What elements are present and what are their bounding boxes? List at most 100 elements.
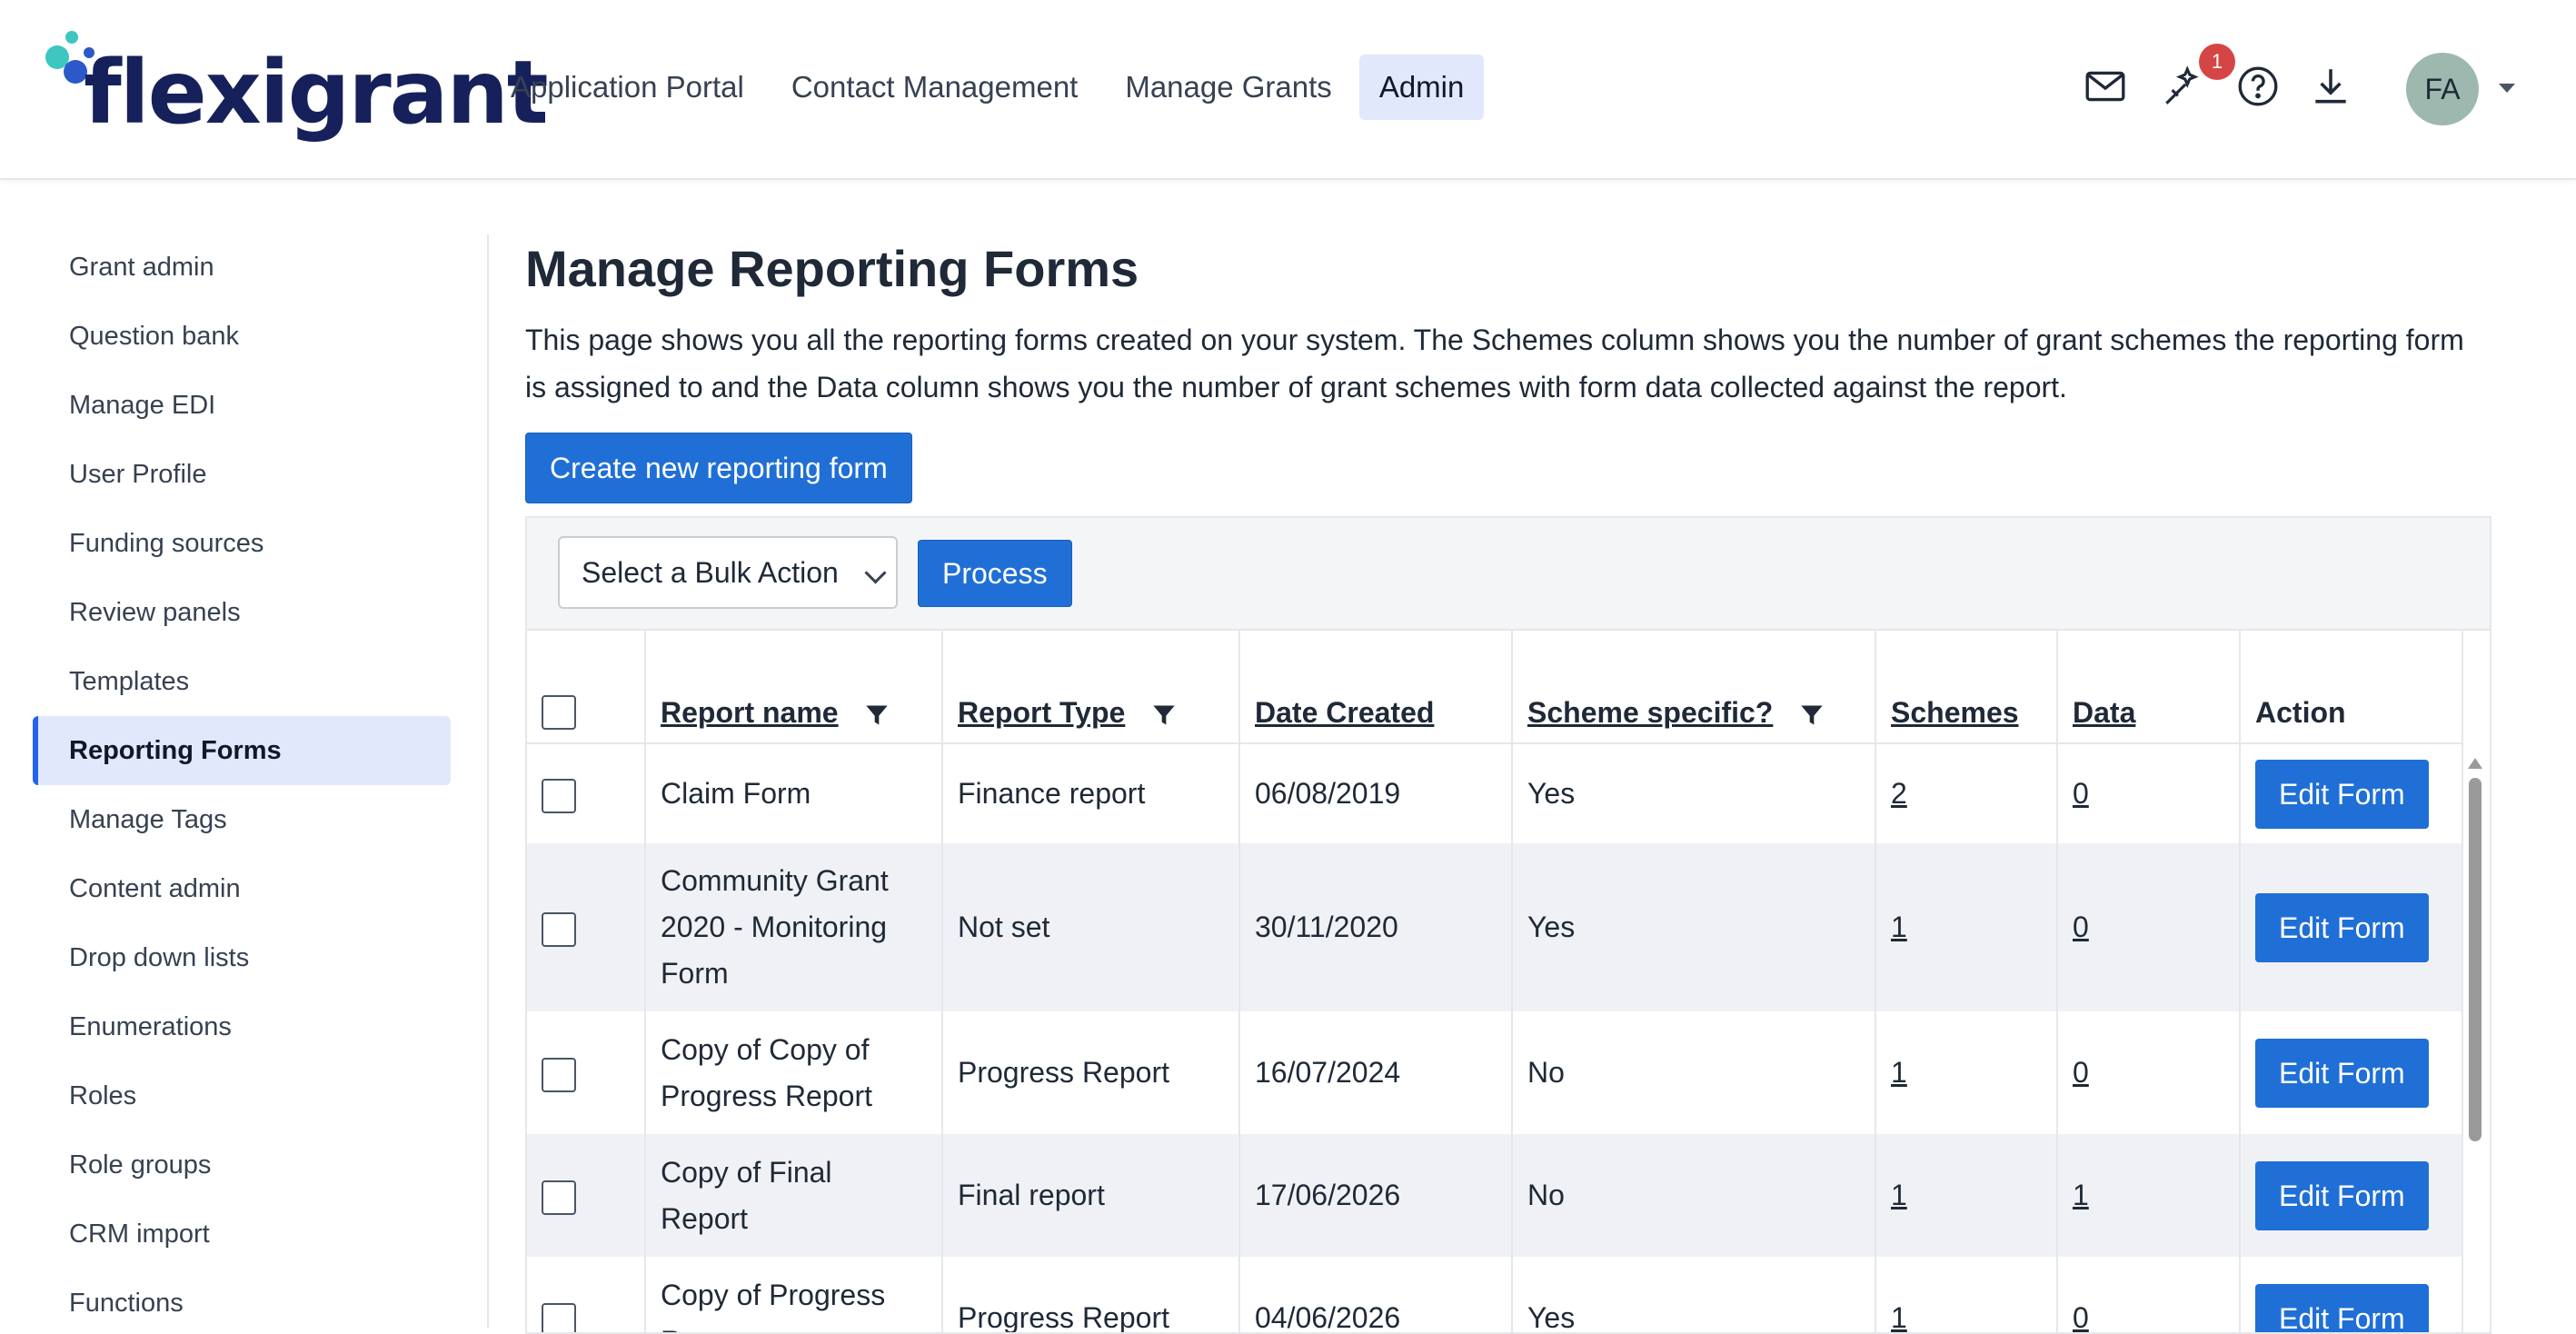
- edit-form-button[interactable]: Edit Form: [2255, 760, 2429, 829]
- sidebar-item-role-groups[interactable]: Role groups: [33, 1130, 451, 1200]
- report-type-cell: Finance report: [942, 743, 1239, 843]
- sort-data[interactable]: Data: [2073, 696, 2135, 729]
- action-header-label: Action: [2255, 696, 2346, 729]
- row-select-cell: [527, 1011, 645, 1134]
- sort-scheme-specific[interactable]: Scheme specific?: [1527, 696, 1773, 729]
- row-select-cell: [527, 843, 645, 1011]
- scheme-specific-cell: Yes: [1512, 843, 1875, 1011]
- magic-wand-icon[interactable]: [2159, 64, 2204, 109]
- sort-schemes[interactable]: Schemes: [1891, 696, 2019, 729]
- data-count-link[interactable]: 0: [2073, 777, 2089, 810]
- filter-icon[interactable]: [1799, 702, 1825, 728]
- report-type-cell: Progress Report: [942, 1011, 1239, 1134]
- help-circle-icon[interactable]: [2235, 64, 2281, 109]
- data-count-link[interactable]: 0: [2073, 1301, 2089, 1334]
- edit-form-button[interactable]: Edit Form: [2255, 1284, 2429, 1334]
- sidebar-item-grant-admin[interactable]: Grant admin: [33, 233, 451, 302]
- column-header-schemes: Schemes: [1875, 631, 2057, 743]
- sidebar-item-enumerations[interactable]: Enumerations: [33, 992, 451, 1061]
- report-name-cell: Copy of Progress Report: [645, 1257, 942, 1334]
- report-name-cell: Copy of Copy of Progress Report: [645, 1011, 942, 1134]
- data-cell: 0: [2057, 743, 2240, 843]
- create-reporting-form-button[interactable]: Create new reporting form: [525, 433, 912, 503]
- scheme-specific-cell: Yes: [1512, 1257, 1875, 1334]
- sort-date-created[interactable]: Date Created: [1255, 696, 1434, 729]
- main-content: Manage Reporting Forms This page shows y…: [525, 233, 2491, 411]
- flexigrant-logo[interactable]: flexigrant: [44, 29, 443, 147]
- table-scrollbar[interactable]: [2465, 758, 2483, 1334]
- data-count-link[interactable]: 0: [2073, 1056, 2089, 1089]
- sidebar-item-question-bank[interactable]: Question bank: [33, 302, 451, 371]
- report-type-cell: Not set: [942, 843, 1239, 1011]
- sidebar-item-functions[interactable]: Functions: [33, 1269, 451, 1329]
- schemes-cell: 1: [1875, 1257, 2057, 1334]
- sidebar-item-content-admin[interactable]: Content admin: [33, 854, 451, 923]
- action-cell: Edit Form: [2240, 743, 2462, 843]
- scheme-specific-cell: Yes: [1512, 743, 1875, 843]
- row-checkbox[interactable]: [542, 912, 576, 947]
- data-count-link[interactable]: 0: [2073, 911, 2089, 943]
- report-type-cell: Final report: [942, 1134, 1239, 1257]
- schemes-cell: 2: [1875, 743, 2057, 843]
- sidebar-item-review-panels[interactable]: Review panels: [33, 578, 451, 647]
- top-header: flexigrant Application Portal Contact Ma…: [0, 0, 2576, 180]
- chevron-down-icon[interactable]: [2499, 84, 2515, 93]
- sort-report-type[interactable]: Report Type: [958, 696, 1125, 729]
- edit-form-button[interactable]: Edit Form: [2255, 1161, 2429, 1230]
- row-checkbox[interactable]: [542, 1303, 576, 1334]
- schemes-count-link[interactable]: 1: [1891, 1179, 1907, 1211]
- admin-sidebar: Grant admin Question bank Manage EDI Use…: [33, 233, 451, 1329]
- bulk-action-selected-value: Select a Bulk Action: [582, 556, 839, 589]
- column-header-date-created: Date Created: [1239, 631, 1512, 743]
- schemes-count-link[interactable]: 1: [1891, 1056, 1907, 1089]
- schemes-count-link[interactable]: 1: [1891, 1301, 1907, 1334]
- sidebar-item-crm-import[interactable]: CRM import: [33, 1200, 451, 1269]
- table-row: Community Grant 2020 - Monitoring Form N…: [527, 843, 2462, 1011]
- edit-form-button[interactable]: Edit Form: [2255, 1039, 2429, 1108]
- select-all-checkbox[interactable]: [542, 695, 576, 730]
- data-count-link[interactable]: 1: [2073, 1179, 2089, 1211]
- sort-report-name[interactable]: Report name: [661, 696, 839, 729]
- schemes-cell: 1: [1875, 1011, 2057, 1134]
- mail-icon[interactable]: [2083, 64, 2128, 109]
- download-icon[interactable]: [2308, 64, 2353, 109]
- nav-admin[interactable]: Admin: [1359, 55, 1485, 120]
- user-avatar[interactable]: FA: [2406, 53, 2479, 125]
- row-checkbox[interactable]: [542, 1180, 576, 1215]
- page-description: This page shows you all the reporting fo…: [525, 316, 2488, 411]
- date-created-cell: 06/08/2019: [1239, 743, 1512, 843]
- row-checkbox[interactable]: [542, 1058, 576, 1092]
- schemes-count-link[interactable]: 2: [1891, 777, 1907, 810]
- nav-manage-grants[interactable]: Manage Grants: [1105, 55, 1351, 120]
- edit-form-button[interactable]: Edit Form: [2255, 893, 2429, 962]
- schemes-count-link[interactable]: 1: [1891, 911, 1907, 943]
- date-created-cell: 30/11/2020: [1239, 843, 1512, 1011]
- process-button[interactable]: Process: [918, 540, 1072, 607]
- column-header-data: Data: [2057, 631, 2240, 743]
- chevron-down-icon: [864, 562, 886, 583]
- table-row: Copy of Progress Report Progress Report …: [527, 1257, 2462, 1334]
- sidebar-item-manage-edi[interactable]: Manage EDI: [33, 371, 451, 440]
- sidebar-item-reporting-forms[interactable]: Reporting Forms: [33, 716, 451, 785]
- sidebar-item-manage-tags[interactable]: Manage Tags: [33, 785, 451, 854]
- table-header-row: Report name Report Type Date Created Sch…: [527, 631, 2462, 743]
- scrollbar-thumb[interactable]: [2469, 778, 2482, 1141]
- page-title: Manage Reporting Forms: [525, 233, 2491, 305]
- sidebar-item-funding-sources[interactable]: Funding sources: [33, 509, 451, 578]
- scheme-specific-cell: No: [1512, 1134, 1875, 1257]
- sidebar-item-user-profile[interactable]: User Profile: [33, 440, 451, 509]
- row-select-cell: [527, 1257, 645, 1334]
- scroll-up-icon[interactable]: [2468, 758, 2482, 769]
- sidebar-item-templates[interactable]: Templates: [33, 647, 451, 716]
- sidebar-item-drop-down-lists[interactable]: Drop down lists: [33, 923, 451, 992]
- nav-contact-management[interactable]: Contact Management: [771, 55, 1099, 120]
- nav-application-portal[interactable]: Application Portal: [491, 55, 764, 120]
- sidebar-item-roles[interactable]: Roles: [33, 1061, 451, 1130]
- notification-badge: 1: [2199, 44, 2235, 80]
- filter-icon[interactable]: [864, 702, 890, 728]
- date-created-cell: 17/06/2026: [1239, 1134, 1512, 1257]
- data-cell: 1: [2057, 1134, 2240, 1257]
- filter-icon[interactable]: [1151, 702, 1177, 728]
- row-checkbox[interactable]: [542, 779, 576, 813]
- bulk-action-select[interactable]: Select a Bulk Action: [558, 536, 898, 609]
